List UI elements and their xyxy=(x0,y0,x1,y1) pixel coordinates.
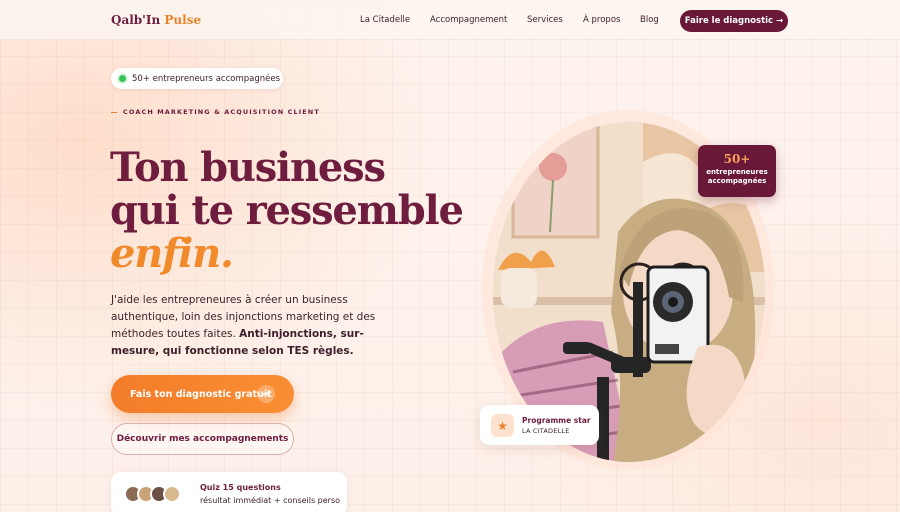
hero-title: Ton business qui te ressemble enfin. xyxy=(110,144,464,277)
diagnostic-cta-label: Fais ton diagnostic gratuit xyxy=(130,388,272,400)
brand-name: Qalb'In xyxy=(111,13,161,27)
program-star-card[interactable]: ★ Programme star LA CITADELLE xyxy=(480,405,599,445)
nav-link-blog[interactable]: Blog xyxy=(640,15,659,25)
quiz-subtitle: résultat immédiat + conseils perso xyxy=(200,496,341,505)
program-subtitle: LA CITADELLE xyxy=(522,427,570,435)
hero-eyebrow: COACH MARKETING & ACQUISITION CLIENT xyxy=(111,108,320,116)
nav-link-services[interactable]: Services xyxy=(527,15,563,25)
stat-number: 50+ xyxy=(723,152,751,166)
social-proof-text: 50+ entrepreneurs accompagnées xyxy=(132,73,280,84)
avatar-group xyxy=(124,485,181,503)
brand-name-accent: Pulse xyxy=(160,13,202,27)
brand-logo[interactable]: Qalb'In Pulse xyxy=(111,13,201,27)
status-dot-icon xyxy=(119,75,126,82)
nav-diagnostic-button[interactable]: Faire le diagnostic → xyxy=(680,10,788,32)
social-proof-pill: 50+ entrepreneurs accompagnées xyxy=(111,68,283,89)
dash-icon xyxy=(111,111,117,113)
quiz-card[interactable]: Quiz 15 questions résultat immédiat + co… xyxy=(111,472,347,512)
discover-coaching-button[interactable]: Découvrir mes accompagnements xyxy=(111,423,294,455)
nav-link-citadelle[interactable]: La Citadelle xyxy=(360,15,410,25)
arrow-right-icon: → xyxy=(257,385,275,403)
site-header: Qalb'In Pulse La Citadelle Accompagnemen… xyxy=(0,0,900,40)
hero-title-line2: qui te ressemble xyxy=(110,187,464,234)
eyebrow-text: COACH MARKETING & ACQUISITION CLIENT xyxy=(123,108,320,116)
quiz-title: Quiz 15 questions xyxy=(200,483,281,492)
program-title: Programme star xyxy=(522,416,591,425)
hero-lead: J'aide les entrepreneures à créer un bus… xyxy=(111,292,376,360)
nav-link-a-propos[interactable]: À propos xyxy=(583,15,620,25)
entrepreneurs-stat-badge: 50+ entrepreneures accompagnées xyxy=(698,145,776,197)
avatar xyxy=(163,485,181,503)
star-icon: ★ xyxy=(491,414,514,437)
stat-label: entrepreneures accompagnées xyxy=(706,168,768,185)
nav-link-accompagnement[interactable]: Accompagnement xyxy=(430,15,507,25)
hero-title-line1: Ton business xyxy=(110,144,386,191)
hero-title-emphasis: enfin. xyxy=(110,230,234,277)
diagnostic-cta-button[interactable]: Fais ton diagnostic gratuit → xyxy=(111,375,294,413)
